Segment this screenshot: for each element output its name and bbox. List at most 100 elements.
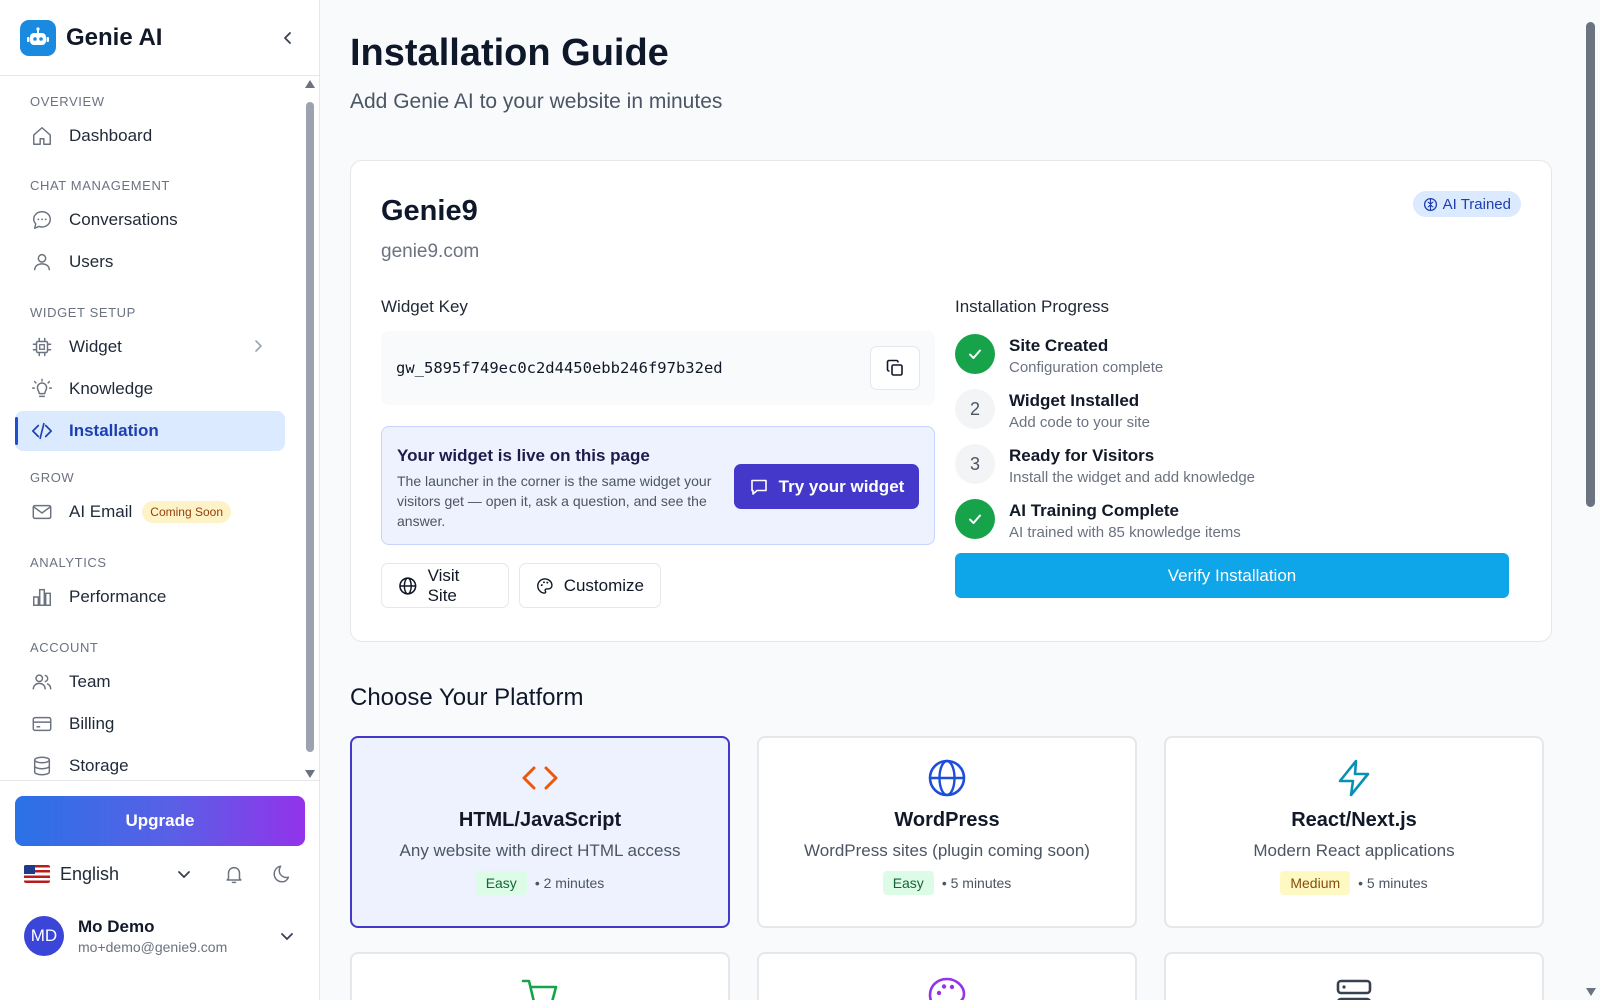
step-title: Site Created [1009,336,1109,355]
database-icon [33,756,51,776]
globe-icon [399,576,417,595]
sidebar-scrollbar[interactable] [305,80,315,780]
difficulty-badge: Easy [882,871,934,895]
scroll-up-arrow-icon[interactable] [305,80,315,88]
lightning-icon [1338,759,1370,797]
moon-icon[interactable] [271,863,293,885]
user-email: mo+demo@genie9.com [78,939,228,955]
platform-card-ecommerce[interactable] [350,952,730,1000]
step-description: Install the widget and add knowledge [1009,469,1256,486]
sidebar-item-team[interactable]: Team [15,662,285,702]
step-number: 3 [955,444,995,484]
main-scroll-thumb[interactable] [1586,22,1595,507]
customize-button[interactable]: Customize [519,563,661,608]
section-widget-setup: WIDGET SETUP [30,305,136,320]
site-domain: genie9.com [381,241,480,262]
code-icon [522,766,558,790]
user-info: Mo Demo mo+demo@genie9.com [78,917,278,955]
app-root: Genie AI OVERVIEW Dashboard CHAT MANAGEM… [0,0,1600,1000]
main-content: Installation Guide Add Genie AI to your … [320,0,1600,1000]
sidebar-item-installation[interactable]: Installation [15,411,285,451]
platform-description: Any website with direct HTML access [399,841,681,860]
bell-icon[interactable] [223,863,245,885]
sidebar: Genie AI OVERVIEW Dashboard CHAT MANAGEM… [0,0,320,1000]
sidebar-item-label: Storage [69,756,129,775]
difficulty-badge: Medium [1280,871,1351,895]
sidebar-item-label: Team [69,672,111,691]
verify-installation-button[interactable]: Verify Installation [955,553,1509,598]
ai-trained-badge: AI Trained [1412,191,1521,217]
sidebar-scroll-thumb[interactable] [306,102,314,752]
platform-meta: Easy • 2 minutes [352,871,728,895]
sidebar-item-users[interactable]: Users [15,242,285,282]
step-description: Configuration complete [1009,359,1164,376]
widget-key-label: Widget Key [381,297,468,316]
user-icon [33,253,51,271]
page-subtitle: Add Genie AI to your website in minutes [350,90,723,113]
chevron-down-icon[interactable] [175,865,193,883]
page-title: Installation Guide [350,32,669,74]
section-grow: GROW [30,470,75,485]
copy-key-button[interactable] [870,346,920,390]
home-icon [33,127,51,145]
difficulty-badge: Easy [475,871,527,895]
try-widget-label: Try your widget [778,476,905,496]
setup-time: • 5 minutes [1358,875,1428,891]
platform-meta: Medium • 5 minutes [1166,871,1542,895]
step-title: Ready for Visitors [1009,446,1155,465]
sidebar-item-label: Users [69,252,114,271]
language-selector[interactable]: English [60,864,175,885]
upgrade-button[interactable]: Upgrade [15,796,305,846]
user-profile-row[interactable]: MD Mo Demo mo+demo@genie9.com [24,911,304,961]
section-overview: OVERVIEW [30,94,105,109]
platform-card-wordpress[interactable]: WordPress WordPress sites (plugin coming… [757,736,1137,928]
progress-step: AI Training Complete AI trained with 85 … [955,499,1241,541]
visit-site-button[interactable]: Visit Site [381,563,509,608]
server-icon [1336,979,1372,1000]
step-complete-check-icon [955,334,995,374]
sidebar-item-ai-email[interactable]: AI Email Coming Soon [15,492,285,532]
scroll-down-arrow-icon[interactable] [1586,988,1596,996]
step-description: AI trained with 85 knowledge items [1009,524,1241,541]
progress-step: Site Created Configuration complete [955,334,1163,376]
sidebar-item-widget[interactable]: Widget [15,327,285,367]
sidebar-item-dashboard[interactable]: Dashboard [15,116,285,156]
scroll-down-arrow-icon[interactable] [305,770,315,778]
sidebar-item-conversations[interactable]: Conversations [15,200,285,240]
platform-card-html[interactable]: HTML/JavaScript Any website with direct … [350,736,730,928]
code-icon [32,422,52,440]
sidebar-item-storage[interactable]: Storage [15,746,285,780]
platform-meta: Easy • 5 minutes [759,871,1135,895]
sidebar-item-label: Dashboard [69,126,153,145]
collapse-sidebar-icon[interactable] [277,27,299,49]
platform-heading: Choose Your Platform [350,684,584,711]
sidebar-item-performance[interactable]: Performance [15,577,285,617]
platform-card-server[interactable] [1164,952,1544,1000]
us-flag-icon [24,865,50,883]
sidebar-item-label: Widget [69,337,122,356]
main-scrollbar[interactable] [1582,0,1600,1000]
sidebar-item-label: Installation [69,421,159,440]
message-square-icon [750,479,767,495]
palette-icon [928,977,966,1000]
cart-icon [521,979,558,1000]
globe-icon [928,759,966,797]
language-row: English [24,853,304,895]
visit-site-label: Visit Site [427,565,460,605]
sidebar-item-label: Conversations [69,210,178,229]
platform-name: HTML/JavaScript [458,809,622,831]
chevron-right-icon [255,340,263,352]
step-title: AI Training Complete [1009,501,1180,520]
sidebar-item-knowledge[interactable]: Knowledge [15,369,285,409]
user-menu-chevron-icon[interactable] [278,927,296,945]
widget-key-value[interactable]: gw_5895f749ec0c2d4450ebb246f97b32ed [396,359,870,377]
try-widget-button[interactable]: Try your widget [734,464,919,509]
step-number: 2 [955,389,995,429]
sidebar-item-billing[interactable]: Billing [15,704,285,744]
app-name: Genie AI [66,23,163,51]
installation-progress-label: Installation Progress [955,297,1110,316]
mail-icon [32,504,52,520]
platform-card-builder[interactable] [757,952,1137,1000]
platform-card-react[interactable]: React/Next.js Modern React applications … [1164,736,1544,928]
cpu-icon [32,337,52,357]
